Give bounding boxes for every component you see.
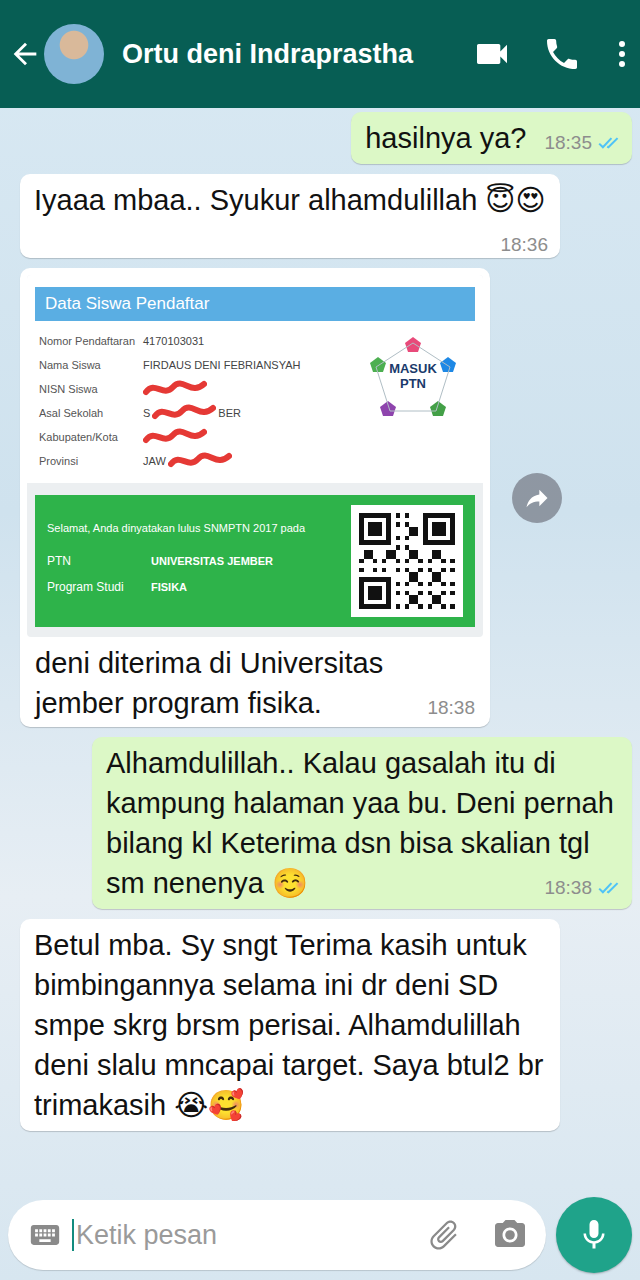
redaction-scribble-icon bbox=[143, 378, 207, 400]
field-value bbox=[143, 378, 207, 400]
menu-dots-icon[interactable] bbox=[618, 39, 626, 69]
phone-call-icon[interactable] bbox=[542, 34, 582, 74]
composer-bar: Ketik pesan bbox=[0, 1196, 640, 1280]
message-row: hasilnya ya? 18:35 bbox=[20, 112, 632, 164]
message-meta: 18:38 bbox=[544, 875, 620, 901]
message-time: 18:35 bbox=[544, 130, 592, 156]
field-list: Nomor Pendaftaran4170103031Nama SiswaFIR… bbox=[35, 329, 365, 473]
camera-icon[interactable] bbox=[492, 1217, 528, 1253]
message-time: 18:36 bbox=[500, 232, 548, 258]
field-row: Asal SekolahSBER bbox=[35, 401, 365, 425]
field-row: ProvinsiJAW bbox=[35, 449, 365, 473]
message-row: Iyaaa mbaa.. Syukur alhamdulillah 😇😍 18:3… bbox=[20, 174, 632, 258]
field-value: FIRDAUS DENI FEBRIANSYAH bbox=[143, 359, 301, 371]
redaction-scribble-icon bbox=[168, 450, 232, 472]
result-row: PTNUNIVERSITAS JEMBER bbox=[47, 548, 341, 574]
field-value: SBER bbox=[143, 402, 241, 424]
message-row: Data Siswa Pendaftar Nomor Pendaftaran417… bbox=[20, 268, 632, 727]
message-meta: 18:36 bbox=[500, 232, 548, 258]
message-input[interactable]: Ketik pesan bbox=[8, 1200, 546, 1270]
double-tick-icon bbox=[598, 136, 620, 150]
microphone-icon bbox=[576, 1217, 612, 1253]
field-value: JAW bbox=[143, 450, 232, 472]
forward-button[interactable] bbox=[512, 473, 562, 523]
message-row: Betul mba. Sy sngt Terima kasih untuk bi… bbox=[20, 919, 632, 1131]
field-row: NISN Siswa bbox=[35, 377, 365, 401]
field-label: Nama Siswa bbox=[35, 359, 143, 371]
paperclip-icon[interactable] bbox=[419, 1210, 470, 1261]
message-time: 18:38 bbox=[544, 875, 592, 901]
message-list: hasilnya ya? 18:35 Iyaaa mbaa.. Syukur alh… bbox=[0, 108, 640, 1196]
contact-name[interactable]: Ortu deni Indraprastha bbox=[122, 39, 472, 70]
input-placeholder: Ketik pesan bbox=[76, 1220, 396, 1251]
card-title: Data Siswa Pendaftar bbox=[35, 287, 475, 321]
video-call-icon[interactable] bbox=[472, 34, 512, 74]
image-attachment[interactable]: Data Siswa Pendaftar Nomor Pendaftaran417… bbox=[27, 275, 483, 637]
masuk-ptn-logo: MASUK PTN bbox=[365, 333, 461, 421]
field-label: NISN Siswa bbox=[35, 383, 143, 395]
back-arrow-icon[interactable] bbox=[8, 37, 42, 71]
field-label: Provinsi bbox=[35, 455, 143, 467]
field-row: Nama SiswaFIRDAUS DENI FEBRIANSYAH bbox=[35, 353, 365, 377]
qr-code-icon bbox=[359, 513, 455, 609]
message-text: Betul mba. Sy sngt Terima kasih untuk bi… bbox=[34, 929, 543, 1121]
message-text: Alhamdulillah.. Kalau gasalah itu di kam… bbox=[106, 747, 614, 899]
field-row: Nomor Pendaftaran4170103031 bbox=[35, 329, 365, 353]
result-row: Program StudiFISIKA bbox=[47, 574, 341, 600]
message-row: Alhamdulillah.. Kalau gasalah itu di kam… bbox=[20, 737, 632, 909]
message-bubble[interactable]: Alhamdulillah.. Kalau gasalah itu di kam… bbox=[92, 737, 632, 909]
voice-record-button[interactable] bbox=[556, 1197, 632, 1273]
forward-arrow-icon bbox=[523, 484, 551, 512]
message-bubble[interactable]: Betul mba. Sy sngt Terima kasih untuk bi… bbox=[20, 919, 560, 1131]
result-notice: Selamat, Anda dinyatakan lulus SNMPTN 20… bbox=[47, 522, 341, 534]
double-tick-icon bbox=[598, 881, 620, 895]
qr-code bbox=[351, 505, 463, 617]
field-row: Kabupaten/Kota bbox=[35, 425, 365, 449]
message-meta: 18:35 bbox=[544, 130, 620, 156]
chat-header: Ortu deni Indraprastha bbox=[0, 0, 640, 108]
message-text: deni diterima di Universitas jember prog… bbox=[35, 647, 383, 719]
message-text: Iyaaa mbaa.. Syukur alhamdulillah 😇😍 bbox=[34, 184, 546, 216]
field-label: Nomor Pendaftaran bbox=[35, 335, 143, 347]
field-value: 4170103031 bbox=[143, 335, 204, 347]
message-text: hasilnya ya? bbox=[365, 122, 526, 154]
student-data-panel: Data Siswa Pendaftar Nomor Pendaftaran417… bbox=[27, 275, 483, 483]
text-caret bbox=[72, 1219, 74, 1251]
result-panel: Selamat, Anda dinyatakan lulus SNMPTN 20… bbox=[35, 495, 475, 627]
message-time: 18:38 bbox=[427, 695, 475, 721]
field-value bbox=[143, 426, 207, 448]
keyboard-icon[interactable] bbox=[28, 1218, 62, 1252]
redaction-scribble-icon bbox=[152, 402, 216, 424]
message-bubble[interactable]: Iyaaa mbaa.. Syukur alhamdulillah 😇😍 18:3… bbox=[20, 174, 560, 258]
header-actions bbox=[472, 34, 626, 74]
message-bubble[interactable]: hasilnya ya? 18:35 bbox=[351, 112, 632, 164]
chat-screen: Ortu deni Indraprastha hasilnya ya? 18:35 I… bbox=[0, 0, 640, 1280]
message-meta: 18:38 bbox=[427, 695, 475, 721]
contact-avatar[interactable] bbox=[44, 24, 104, 84]
field-label: Asal Sekolah bbox=[35, 407, 143, 419]
redaction-scribble-icon bbox=[143, 426, 207, 448]
field-label: Kabupaten/Kota bbox=[35, 431, 143, 443]
message-bubble[interactable]: Data Siswa Pendaftar Nomor Pendaftaran417… bbox=[20, 268, 490, 727]
